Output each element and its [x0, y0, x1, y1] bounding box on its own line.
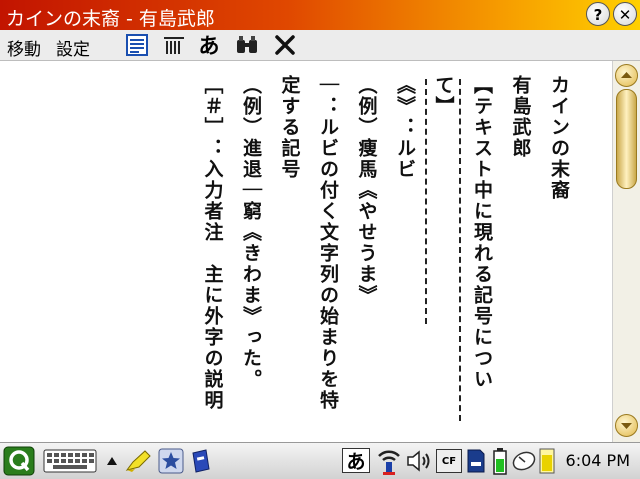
menu-move[interactable]: 移動 — [7, 35, 41, 60]
text-column: 【テキスト中に現れる記号につい — [471, 75, 493, 390]
highlighter-icon[interactable] — [122, 447, 154, 475]
text-column: ｜：ルビの付く文字列の始まりを特 — [317, 75, 339, 411]
scroll-thumb[interactable] — [616, 89, 637, 189]
text-column: 有島武郎 — [509, 75, 532, 159]
input-method-icon[interactable]: あ — [342, 448, 370, 473]
separator-line — [459, 79, 461, 421]
text-column: （例）痩馬《やせうま》 — [355, 75, 378, 306]
separator-line — [425, 79, 427, 324]
volume-icon[interactable] — [405, 447, 433, 475]
text-column: 定する記号 — [278, 75, 301, 180]
brightness-icon[interactable] — [537, 447, 557, 475]
q-menu-icon[interactable] — [3, 446, 35, 476]
clock[interactable]: 6:04 PM — [566, 451, 630, 470]
font-icon[interactable]: あ — [197, 33, 221, 58]
scroll-down-button[interactable] — [615, 414, 638, 437]
menu-bar: 移動 設定 あ — [0, 30, 640, 61]
star-icon[interactable] — [158, 447, 184, 475]
binoculars-icon[interactable] — [235, 33, 259, 57]
window-title: カインの末裔 - 有島武郎 — [6, 8, 215, 30]
triangle-up-icon[interactable] — [105, 447, 119, 475]
layout-icon[interactable] — [162, 33, 186, 57]
text-column: 《》：ルビ — [394, 75, 416, 180]
compact-flash-icon[interactable]: CF — [436, 449, 462, 473]
close-button[interactable]: ✕ — [613, 2, 637, 26]
scroll-up-button[interactable] — [615, 64, 638, 87]
taskbar: あ CF 6:04 PM — [0, 442, 640, 479]
close-x-icon[interactable] — [273, 33, 297, 57]
title-bar: カインの末裔 - 有島武郎 ? ✕ — [0, 0, 640, 30]
vertical-scrollbar[interactable] — [612, 61, 640, 442]
document-view[interactable]: カインの末裔 有島武郎 【テキスト中に現れる記号につい て】 《》：ルビ （例）… — [0, 61, 612, 442]
dictionary-icon[interactable] — [189, 447, 213, 475]
text-column: カインの末裔 — [548, 75, 570, 201]
text-column: て】 — [432, 75, 455, 117]
keyboard-icon[interactable] — [43, 447, 97, 475]
help-button[interactable]: ? — [586, 2, 610, 26]
sd-card-icon[interactable] — [465, 447, 487, 475]
text-column: ［＃］：入力者注 主に外字の説明 — [201, 75, 224, 411]
text-view-icon[interactable] — [125, 33, 149, 57]
mouse-icon[interactable] — [511, 447, 537, 475]
wireless-icon[interactable] — [374, 447, 404, 475]
text-column: （例）進退｜窮《きわま》った。 — [240, 75, 262, 390]
menu-settings[interactable]: 設定 — [56, 35, 90, 60]
vertical-text: カインの末裔 有島武郎 【テキスト中に現れる記号につい て】 《》：ルビ （例）… — [193, 75, 578, 435]
battery-icon[interactable] — [490, 447, 510, 475]
